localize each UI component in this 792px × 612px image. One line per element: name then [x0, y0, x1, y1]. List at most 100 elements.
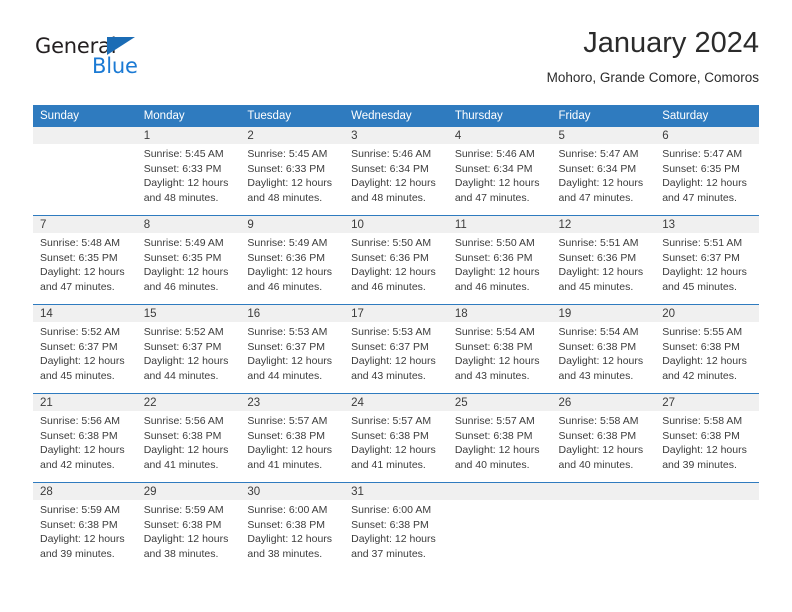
sunset-line: Sunset: 6:38 PM: [558, 429, 637, 442]
sunrise-line: Sunrise: 5:46 AM: [454, 148, 535, 160]
daylight-line-1: Daylight: 12 hours: [40, 355, 125, 368]
daylight-line-1: Daylight: 12 hours: [143, 533, 229, 546]
generalblue-logo[interactable]: General Blue: [35, 34, 235, 90]
weekday-header-tuesday: Tuesday: [240, 105, 345, 127]
day-details: Sunrise: 5:49 AM Sunset: 6:35 PM Daylight:…: [137, 233, 241, 294]
daylight-line-2: and 43 minutes.: [454, 369, 530, 382]
day-number: 7: [33, 216, 137, 233]
day-cell[interactable]: 16 Sunrise: 5:53 AM Sunset: 6:37 PM Dayligh…: [240, 304, 345, 394]
day-details: Sunrise: 5:46 AM Sunset: 6:34 PM Daylight:…: [448, 144, 552, 205]
calendar-table: Sunday Monday Tuesday Wednesday Thursday…: [33, 105, 759, 571]
day-details: Sunrise: 5:52 AM Sunset: 6:37 PM Daylight:…: [137, 322, 241, 383]
day-number: 2: [240, 127, 345, 144]
sunrise-line: Sunrise: 5:59 AM: [40, 504, 120, 516]
day-details: [655, 500, 759, 503]
day-details: Sunrise: 5:50 AM Sunset: 6:36 PM Daylight:…: [448, 233, 552, 294]
day-cell[interactable]: 29 Sunrise: 5:59 AM Sunset: 6:38 PM Dayligh…: [136, 482, 241, 571]
day-cell[interactable]: 27 Sunrise: 5:58 AM Sunset: 6:38 PM Dayligh…: [655, 393, 759, 483]
day-cell[interactable]: 24 Sunrise: 5:57 AM Sunset: 6:38 PM Dayligh…: [344, 393, 448, 483]
sunrise-line: Sunrise: 6:00 AM: [247, 504, 328, 516]
day-details: Sunrise: 5:51 AM Sunset: 6:36 PM Daylight:…: [552, 233, 656, 294]
day-number: 5: [551, 127, 656, 144]
day-cell[interactable]: 23 Sunrise: 5:57 AM Sunset: 6:38 PM Dayligh…: [240, 393, 345, 483]
sunrise-line: Sunrise: 5:45 AM: [143, 148, 224, 160]
day-cell[interactable]: 28 Sunrise: 5:59 AM Sunset: 6:38 PM Dayligh…: [33, 482, 137, 571]
daylight-line-2: and 45 minutes.: [662, 280, 737, 293]
day-cell[interactable]: 31 Sunrise: 6:00 AM Sunset: 6:38 PM Dayligh…: [344, 482, 448, 571]
daylight-line-1: Daylight: 12 hours: [351, 177, 436, 190]
daylight-line-1: Daylight: 12 hours: [40, 444, 125, 457]
day-details: Sunrise: 5:54 AM Sunset: 6:38 PM Daylight:…: [552, 322, 656, 383]
day-cell[interactable]: [551, 482, 656, 571]
daylight-line-2: and 48 minutes.: [351, 191, 426, 204]
sunrise-line: Sunrise: 5:54 AM: [558, 326, 639, 338]
weekday-header-friday: Friday: [551, 105, 656, 127]
sunset-line: Sunset: 6:35 PM: [40, 251, 118, 264]
day-number: 27: [655, 394, 759, 411]
day-cell[interactable]: 13 Sunrise: 5:51 AM Sunset: 6:37 PM Dayligh…: [655, 215, 759, 305]
day-number: 6: [655, 127, 759, 144]
day-number: 28: [33, 483, 137, 500]
day-cell[interactable]: 15 Sunrise: 5:52 AM Sunset: 6:37 PM Dayligh…: [136, 304, 241, 394]
day-cell[interactable]: 22 Sunrise: 5:56 AM Sunset: 6:38 PM Dayligh…: [136, 393, 241, 483]
day-details: [552, 500, 656, 503]
day-cell[interactable]: 7 Sunrise: 5:48 AM Sunset: 6:35 PM Daylight…: [33, 215, 137, 305]
day-details: Sunrise: 5:55 AM Sunset: 6:38 PM Daylight:…: [655, 322, 759, 383]
day-cell[interactable]: 21 Sunrise: 5:56 AM Sunset: 6:38 PM Dayligh…: [33, 393, 137, 483]
daylight-line-2: and 47 minutes.: [40, 280, 115, 293]
day-cell[interactable]: [447, 482, 552, 571]
day-cell[interactable]: 8 Sunrise: 5:49 AM Sunset: 6:35 PM Daylight…: [136, 215, 241, 305]
day-cell[interactable]: 30 Sunrise: 6:00 AM Sunset: 6:38 PM Dayligh…: [240, 482, 345, 571]
sunrise-line: Sunrise: 5:47 AM: [558, 148, 639, 160]
day-details: Sunrise: 5:58 AM Sunset: 6:38 PM Daylight:…: [552, 411, 656, 472]
day-number: 10: [344, 216, 448, 233]
day-cell[interactable]: 17 Sunrise: 5:53 AM Sunset: 6:37 PM Dayligh…: [344, 304, 448, 394]
day-details: Sunrise: 5:45 AM Sunset: 6:33 PM Daylight:…: [137, 144, 241, 205]
page-title: January 2024: [583, 27, 759, 59]
day-cell[interactable]: 20 Sunrise: 5:55 AM Sunset: 6:38 PM Dayligh…: [655, 304, 759, 394]
sunset-line: Sunset: 6:33 PM: [143, 162, 222, 175]
day-cell[interactable]: 4 Sunrise: 5:46 AM Sunset: 6:34 PM Daylight…: [447, 127, 552, 216]
day-cell[interactable]: 2 Sunrise: 5:45 AM Sunset: 6:33 PM Daylight…: [240, 127, 345, 216]
logo-text-blue: Blue: [92, 54, 138, 78]
day-cell[interactable]: 14 Sunrise: 5:52 AM Sunset: 6:37 PM Dayligh…: [33, 304, 137, 394]
sunset-line: Sunset: 6:36 PM: [558, 251, 637, 264]
calendar-page: General Blue January 2024 Mohoro, Grande…: [0, 0, 792, 612]
daylight-line-2: and 48 minutes.: [247, 191, 323, 204]
daylight-line-2: and 38 minutes.: [143, 547, 219, 560]
day-cell[interactable]: 5 Sunrise: 5:47 AM Sunset: 6:34 PM Daylight…: [551, 127, 656, 216]
week-row: 21 Sunrise: 5:56 AM Sunset: 6:38 PM Dayligh…: [33, 393, 759, 483]
day-cell[interactable]: [655, 482, 759, 571]
sunrise-line: Sunrise: 5:57 AM: [454, 415, 535, 427]
calendar-body: 1 Sunrise: 5:45 AM Sunset: 6:33 PM Daylight…: [33, 127, 759, 571]
sunrise-line: Sunrise: 5:57 AM: [247, 415, 328, 427]
daylight-line-1: Daylight: 12 hours: [662, 355, 747, 368]
day-cell[interactable]: 19 Sunrise: 5:54 AM Sunset: 6:38 PM Dayligh…: [551, 304, 656, 394]
day-cell[interactable]: 25 Sunrise: 5:57 AM Sunset: 6:38 PM Dayligh…: [447, 393, 552, 483]
daylight-line-1: Daylight: 12 hours: [143, 266, 229, 279]
day-number: 12: [551, 216, 656, 233]
day-cell[interactable]: 10 Sunrise: 5:50 AM Sunset: 6:36 PM Dayligh…: [344, 215, 448, 305]
daylight-line-2: and 37 minutes.: [351, 547, 426, 560]
day-number: 23: [240, 394, 345, 411]
day-cell[interactable]: [33, 127, 137, 216]
daylight-line-2: and 44 minutes.: [247, 369, 323, 382]
day-cell[interactable]: 18 Sunrise: 5:54 AM Sunset: 6:38 PM Dayligh…: [447, 304, 552, 394]
day-cell[interactable]: 12 Sunrise: 5:51 AM Sunset: 6:36 PM Dayligh…: [551, 215, 656, 305]
daylight-line-1: Daylight: 12 hours: [247, 177, 333, 190]
sunrise-line: Sunrise: 5:58 AM: [662, 415, 743, 427]
day-number: 29: [136, 483, 241, 500]
day-cell[interactable]: 26 Sunrise: 5:58 AM Sunset: 6:38 PM Dayligh…: [551, 393, 656, 483]
day-number: 15: [136, 305, 241, 322]
daylight-line-2: and 40 minutes.: [454, 458, 530, 471]
daylight-line-1: Daylight: 12 hours: [662, 177, 747, 190]
day-number: [447, 483, 552, 500]
day-cell[interactable]: 11 Sunrise: 5:50 AM Sunset: 6:36 PM Dayligh…: [447, 215, 552, 305]
day-cell[interactable]: 3 Sunrise: 5:46 AM Sunset: 6:34 PM Daylight…: [344, 127, 448, 216]
day-cell[interactable]: 1 Sunrise: 5:45 AM Sunset: 6:33 PM Daylight…: [136, 127, 241, 216]
day-details: Sunrise: 5:53 AM Sunset: 6:37 PM Daylight:…: [344, 322, 448, 383]
day-cell[interactable]: 6 Sunrise: 5:47 AM Sunset: 6:35 PM Daylight…: [655, 127, 759, 216]
day-details: Sunrise: 5:47 AM Sunset: 6:35 PM Daylight:…: [655, 144, 759, 205]
daylight-line-2: and 48 minutes.: [143, 191, 219, 204]
day-cell[interactable]: 9 Sunrise: 5:49 AM Sunset: 6:36 PM Daylight…: [240, 215, 345, 305]
